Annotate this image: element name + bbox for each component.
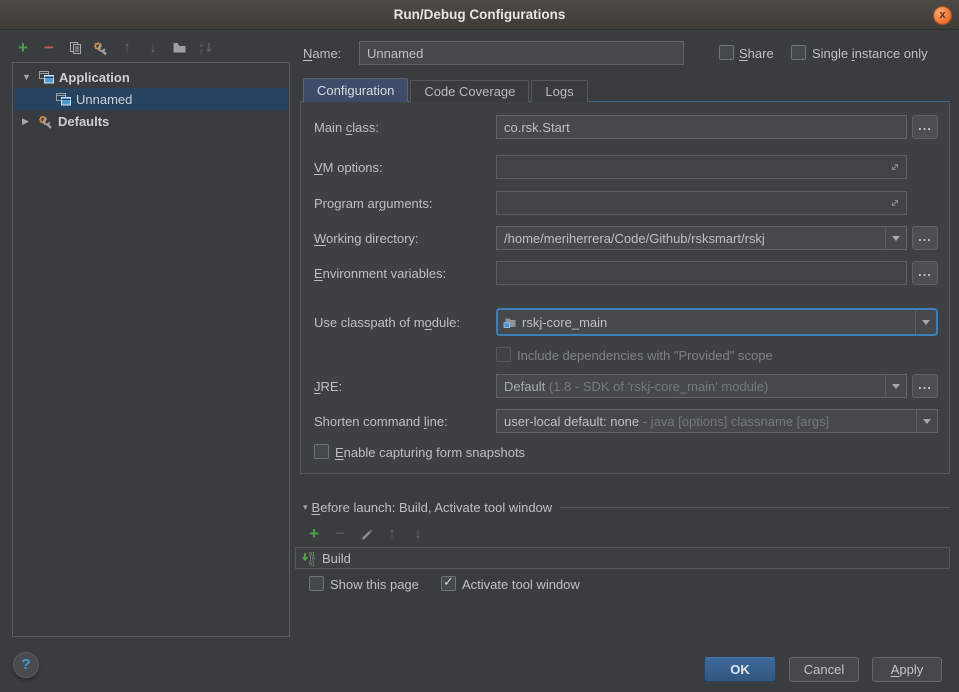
- jre-label: JRE:: [314, 379, 342, 394]
- single-instance-checkbox[interactable]: [791, 45, 806, 60]
- edit-task-button[interactable]: [358, 525, 374, 542]
- dropdown-arrow-icon[interactable]: [915, 310, 936, 334]
- working-directory-label: Working directory:: [314, 231, 419, 246]
- before-launch-label: Before launch: Build, Activate tool wind…: [312, 500, 553, 515]
- share-label: Share: [739, 46, 774, 61]
- before-launch-section-header[interactable]: ▾ Before launch: Build, Activate tool wi…: [303, 500, 950, 515]
- vm-options-label: VM options:: [314, 160, 383, 175]
- sort-configurations-button[interactable]: a z: [197, 39, 213, 56]
- shorten-command-line-combo[interactable]: user-local default: none - java [options…: [496, 409, 938, 433]
- configuration-tab-panel: Main class: co.rsk.Start ... VM options:…: [300, 101, 950, 474]
- program-arguments-field[interactable]: [496, 191, 907, 215]
- close-button[interactable]: x: [933, 6, 952, 25]
- enable-capturing-checkbox[interactable]: [314, 444, 329, 459]
- expand-field-icon[interactable]: [889, 197, 901, 209]
- program-arguments-label: Program arguments:: [314, 196, 433, 211]
- dropdown-arrow-icon[interactable]: [885, 227, 906, 249]
- show-this-page-checkbox[interactable]: [309, 576, 324, 591]
- move-task-up-button[interactable]: ↑: [384, 525, 400, 542]
- folder-icon: [172, 41, 187, 54]
- task-label: Build: [322, 551, 351, 566]
- pencil-icon: [360, 527, 373, 540]
- application-icon: [38, 70, 55, 84]
- environment-variables-browse-button[interactable]: ...: [912, 261, 938, 285]
- use-classpath-combo[interactable]: rskj-core_main: [496, 308, 938, 336]
- svg-text:01: 01: [309, 561, 315, 566]
- tree-item-label: Application: [59, 70, 130, 85]
- before-launch-toolbar: + − ↑ ↓: [306, 525, 426, 542]
- configurations-tree: ▼ Application Unnamed: [12, 62, 290, 637]
- working-directory-combo[interactable]: /home/meriherrera/Code/Github/rsksmart/r…: [496, 226, 907, 250]
- activate-tool-window-label: Activate tool window: [462, 577, 580, 592]
- tree-item-unnamed[interactable]: Unnamed: [14, 88, 288, 110]
- separator-line: [560, 507, 950, 508]
- share-checkbox[interactable]: [719, 45, 734, 60]
- main-class-browse-button[interactable]: ...: [912, 115, 938, 139]
- shorten-command-line-label: Shorten command line:: [314, 414, 448, 429]
- apply-button[interactable]: Apply: [872, 657, 942, 682]
- tab-configuration[interactable]: Configuration: [303, 78, 408, 102]
- tabbar: Configuration Code Coverage Logs: [303, 78, 590, 102]
- window-title: Run/Debug Configurations: [0, 0, 959, 30]
- include-dependencies-checkbox[interactable]: [496, 347, 511, 362]
- add-configuration-button[interactable]: +: [15, 39, 31, 56]
- main-class-field[interactable]: co.rsk.Start: [496, 115, 907, 139]
- environment-variables-label: Environment variables:: [314, 266, 446, 281]
- cancel-button[interactable]: Cancel: [789, 657, 859, 682]
- expand-field-icon[interactable]: [889, 161, 901, 173]
- module-icon: [503, 316, 517, 329]
- copy-configuration-button[interactable]: [67, 39, 83, 56]
- tree-item-defaults[interactable]: ▶ Defaults: [14, 110, 288, 132]
- configurations-toolbar: + − ↑ ↓: [15, 39, 213, 56]
- help-button[interactable]: ?: [13, 652, 39, 678]
- close-icon: x: [939, 9, 945, 21]
- collapse-arrow-icon[interactable]: ▼: [22, 72, 32, 82]
- name-label: Name:: [303, 46, 341, 61]
- remove-task-button[interactable]: −: [332, 525, 348, 542]
- move-task-down-button[interactable]: ↓: [410, 525, 426, 542]
- titlebar[interactable]: Run/Debug Configurations x: [0, 0, 959, 30]
- jre-combo[interactable]: Default (1.8 - SDK of 'rskj-core_main' m…: [496, 374, 907, 398]
- single-instance-label: Single instance only: [812, 46, 928, 61]
- activate-tool-window-checkbox[interactable]: [441, 576, 456, 591]
- expand-arrow-icon[interactable]: ▶: [22, 116, 32, 127]
- section-collapse-icon[interactable]: ▾: [303, 502, 308, 513]
- application-icon: [55, 92, 72, 106]
- working-directory-browse-button[interactable]: ...: [912, 226, 938, 250]
- defaults-icon: [38, 114, 54, 129]
- dropdown-arrow-icon[interactable]: [885, 375, 906, 397]
- copy-icon: [68, 41, 82, 55]
- ok-button[interactable]: OK: [704, 657, 776, 682]
- tab-logs[interactable]: Logs: [531, 80, 587, 102]
- vm-options-field[interactable]: [496, 155, 907, 179]
- name-input[interactable]: [359, 41, 684, 65]
- enable-capturing-label: Enable capturing form snapshots: [335, 445, 525, 460]
- build-icon: 01 10 01: [301, 551, 317, 566]
- use-classpath-label: Use classpath of module:: [314, 315, 460, 330]
- new-folder-button[interactable]: [171, 39, 187, 56]
- include-dependencies-label: Include dependencies with "Provided" sco…: [517, 348, 773, 363]
- move-down-button[interactable]: ↓: [145, 39, 161, 56]
- show-this-page-label: Show this page: [330, 577, 419, 592]
- help-icon: ?: [21, 656, 30, 673]
- environment-variables-field[interactable]: [496, 261, 907, 285]
- jre-browse-button[interactable]: ...: [912, 374, 938, 398]
- remove-configuration-button[interactable]: −: [41, 39, 57, 56]
- main-class-label: Main class:: [314, 120, 379, 135]
- tree-item-label: Defaults: [58, 114, 109, 129]
- tree-item-label: Unnamed: [76, 92, 132, 107]
- dropdown-arrow-icon[interactable]: [916, 410, 937, 432]
- before-launch-task-row[interactable]: 01 10 01 Build: [295, 547, 950, 569]
- sort-az-icon: a z: [198, 40, 213, 55]
- wrench-gear-icon: [93, 40, 109, 56]
- tree-item-application[interactable]: ▼ Application: [14, 66, 288, 88]
- run-debug-configurations-dialog: Run/Debug Configurations x + − ↑ ↓: [0, 0, 959, 692]
- edit-defaults-button[interactable]: [93, 39, 109, 56]
- tab-code-coverage[interactable]: Code Coverage: [410, 80, 529, 102]
- svg-text:z: z: [199, 49, 202, 56]
- move-up-button[interactable]: ↑: [119, 39, 135, 56]
- add-task-button[interactable]: +: [306, 525, 322, 542]
